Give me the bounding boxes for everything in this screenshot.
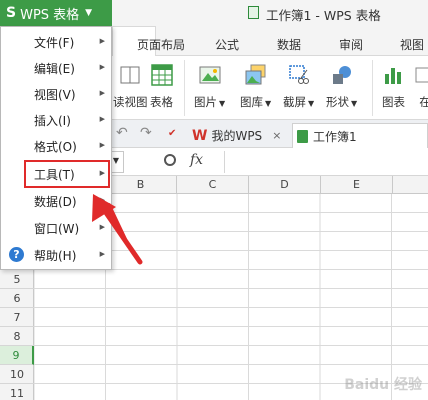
tab-review[interactable]: 审阅 <box>339 36 363 53</box>
picture-button[interactable]: 图片 ▼ <box>194 62 225 114</box>
chart-button[interactable]: 图表 <box>382 62 405 114</box>
menu-item-file[interactable]: 文件(F) ▶ <box>1 29 111 55</box>
zoom-icon[interactable] <box>164 154 176 166</box>
picture-icon <box>199 66 221 84</box>
table-button[interactable]: 表格 <box>150 62 173 114</box>
more-icon <box>415 67 428 83</box>
row-header-selected[interactable]: 9 <box>0 346 34 365</box>
window-title: 工作簿1 - WPS 表格 <box>266 8 381 23</box>
dropdown-arrow-icon: ▼ <box>351 99 358 108</box>
chevron-right-icon: ▶ <box>99 141 105 149</box>
screenshot-icon <box>288 65 309 84</box>
tab-view[interactable]: 视图 <box>400 36 424 53</box>
column-header-d[interactable]: D <box>249 176 321 194</box>
row-header[interactable]: 7 <box>0 308 34 327</box>
chevron-down-icon: ▼ <box>85 8 93 18</box>
menu-item-view[interactable]: 视图(V) ▶ <box>1 81 111 107</box>
reading-view-button[interactable]: 读视图 <box>113 62 148 114</box>
chevron-right-icon: ▶ <box>99 250 105 258</box>
redo-icon[interactable]: ↷ <box>140 125 152 141</box>
more-tool-button[interactable]: 在 <box>414 62 428 114</box>
chevron-right-icon: ▶ <box>99 37 105 45</box>
dropdown-arrow-icon: ▼ <box>219 99 226 108</box>
dropdown-arrow-icon: ▼ <box>308 99 315 108</box>
app-button-label: WPS 表格 <box>20 7 80 23</box>
chevron-right-icon: ▶ <box>99 196 105 204</box>
table-icon <box>150 64 173 86</box>
close-icon[interactable]: × <box>272 129 281 142</box>
chevron-right-icon: ▶ <box>99 115 105 123</box>
highlight-box-tools <box>24 160 110 188</box>
shapes-icon <box>332 66 351 84</box>
row-header[interactable]: 5 <box>0 270 34 289</box>
menu-item-insert[interactable]: 插入(I) ▶ <box>1 107 111 133</box>
title-bar: S WPS 表格 ▼ 工作簿1 - WPS 表格 <box>0 0 428 26</box>
dropdown-arrow-icon: ▼ <box>265 99 272 108</box>
column-header-b[interactable]: B <box>105 176 177 194</box>
shapes-button[interactable]: 形状 ▼ <box>326 62 357 114</box>
chevron-right-icon: ▶ <box>99 89 105 97</box>
chevron-right-icon: ▶ <box>99 63 105 71</box>
wps-app-menu-button[interactable]: S WPS 表格 ▼ <box>0 0 112 26</box>
screenshot-button[interactable]: 截屏 ▼ <box>283 62 314 114</box>
menu-item-data[interactable]: 数据(D) ▶ <box>1 188 111 214</box>
reading-view-icon <box>120 66 140 84</box>
row-header[interactable]: 10 <box>0 365 34 384</box>
toolbar-divider <box>372 60 373 116</box>
column-header-e[interactable]: E <box>321 176 393 194</box>
menu-item-edit[interactable]: 编辑(E) ▶ <box>1 55 111 81</box>
wps-window: S WPS 表格 ▼ 工作簿1 - WPS 表格 页面布局 公式 数据 审阅 视… <box>0 0 428 400</box>
chart-icon <box>384 68 401 84</box>
help-icon: ? <box>9 247 24 262</box>
wps-logo-icon: S <box>6 5 17 21</box>
chevron-right-icon: ▶ <box>99 223 105 231</box>
fx-icon[interactable]: fx <box>190 152 203 168</box>
undo-icon[interactable]: ↶ <box>116 125 128 141</box>
wps-w-logo-icon: W <box>192 127 208 144</box>
gallery-icon <box>245 64 266 85</box>
tab-data[interactable]: 数据 <box>277 36 301 53</box>
tab-page-layout[interactable]: 页面布局 <box>137 36 185 53</box>
row-header[interactable]: 8 <box>0 327 34 346</box>
tab-my-wps[interactable]: W 我的WPS × <box>186 123 292 148</box>
workbook-tab-icon <box>297 129 308 143</box>
menu-item-window[interactable]: 窗口(W) ▶ <box>1 215 111 241</box>
menu-item-format[interactable]: 格式(O) ▶ <box>1 133 111 159</box>
customize-toolbar-icon[interactable]: ✔ <box>168 128 176 139</box>
toolbar-divider <box>184 60 185 116</box>
menu-item-help[interactable]: ? 帮助(H) ▶ <box>1 242 111 268</box>
chevron-down-icon: ▼ <box>112 156 119 165</box>
row-header[interactable]: 6 <box>0 289 34 308</box>
watermark: Baidu 经验 <box>344 377 422 393</box>
column-header-c[interactable]: C <box>177 176 249 194</box>
row-header[interactable]: 11 <box>0 384 34 400</box>
tab-formula[interactable]: 公式 <box>215 36 239 53</box>
wps-app-dropdown-menu: 文件(F) ▶ 编辑(E) ▶ 视图(V) ▶ 插入(I) ▶ 格式(O) ▶ 工具(T)… <box>0 26 112 270</box>
tab-workbook1[interactable]: 工作簿1 <box>292 123 428 148</box>
gallery-button[interactable]: 图库 ▼ <box>240 62 271 114</box>
formula-input[interactable] <box>224 151 428 173</box>
